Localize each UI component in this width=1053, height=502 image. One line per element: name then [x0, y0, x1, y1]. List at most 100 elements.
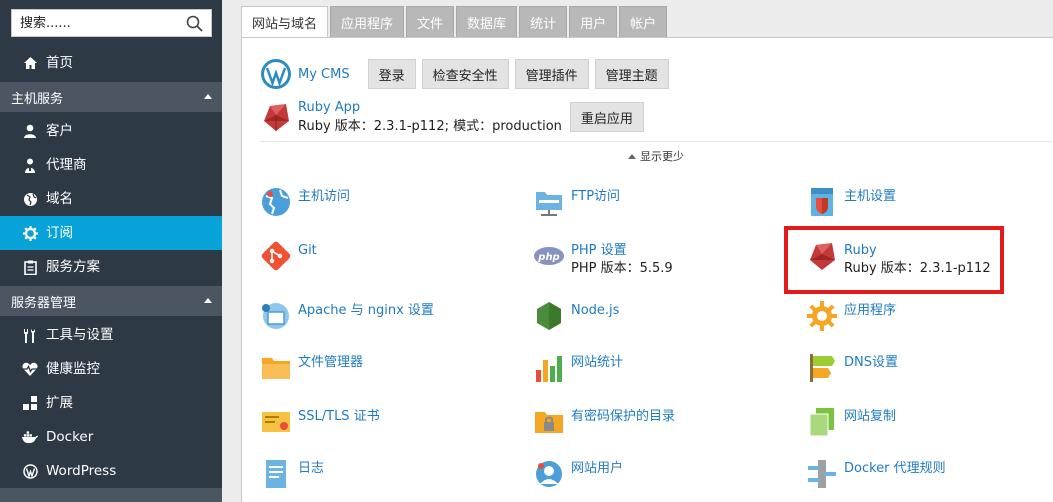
tool-label: FTP访问: [571, 189, 621, 204]
sidebar-item-label: 健康监控: [46, 361, 100, 377]
divider: [260, 141, 1053, 142]
wordpress-logo-icon: [260, 58, 292, 90]
sidebar-item-domains[interactable]: 域名: [0, 182, 222, 216]
sidebar-item-docker[interactable]: Docker: [0, 420, 222, 454]
tool-label: 主机访问: [298, 189, 351, 204]
wordpress-app-row: My CMS 登录 检查安全性 管理插件 管理主题: [260, 58, 669, 90]
section-label: 主机服务: [11, 91, 64, 107]
sidebar-item-home[interactable]: 首页: [0, 46, 222, 80]
user-icon: [22, 123, 38, 139]
file-manager-icon: [260, 352, 292, 384]
tab-statistics[interactable]: 统计: [519, 6, 568, 38]
manage-themes-button[interactable]: 管理主题: [594, 59, 669, 89]
tab-files[interactable]: 文件: [406, 6, 455, 38]
tool-php-settings[interactable]: php PHP 设置 PHP 版本：5.5.9: [533, 240, 673, 279]
tool-web-statistics[interactable]: 网站统计: [533, 352, 623, 384]
tool-docker-proxy-rules[interactable]: Docker 代理规则: [806, 458, 946, 490]
tool-label: 应用程序: [844, 303, 897, 318]
tab-label: 网站与域名: [252, 17, 318, 32]
web-users-icon: [533, 458, 565, 490]
restart-app-button[interactable]: 重启应用: [569, 102, 644, 132]
section-header-more[interactable]: [0, 488, 222, 502]
tab-label: 用户: [580, 17, 607, 32]
section-header-hosting[interactable]: 主机服务: [0, 82, 222, 112]
tab-databases[interactable]: 数据库: [456, 6, 518, 38]
sidebar-item-subscriptions[interactable]: 订阅: [0, 216, 222, 250]
tab-users[interactable]: 用户: [569, 6, 618, 38]
check-security-button[interactable]: 检查安全性: [421, 59, 509, 89]
tool-file-manager[interactable]: 文件管理器: [260, 352, 363, 384]
wordpress-site-link[interactable]: My CMS: [298, 67, 350, 82]
tab-label: 帐户: [630, 17, 657, 32]
section-label: 服务器管理: [11, 295, 77, 311]
dns-icon: [806, 352, 838, 384]
sidebar-item-label: 首页: [46, 55, 73, 71]
manage-plugins-button[interactable]: 管理插件: [514, 59, 589, 89]
ftp-icon: [533, 186, 565, 218]
ruby-app-version: Ruby 版本：2.3.1-p112; 模式：production: [298, 119, 562, 134]
reseller-icon: [22, 157, 38, 173]
sidebar-item-tools-settings[interactable]: 工具与设置: [0, 318, 222, 352]
tool-label: PHP 设置: [571, 243, 627, 258]
php-icon: php: [533, 240, 565, 272]
tool-hosting-access[interactable]: 主机访问: [260, 186, 350, 218]
tool-label: 主机设置: [844, 189, 897, 204]
collapse-icon: [204, 298, 212, 303]
tab-bar: 网站与域名 应用程序 文件 数据库 统计 用户 帐户: [241, 6, 669, 39]
tool-label: Apache 与 nginx 设置: [298, 303, 434, 318]
tool-dns-settings[interactable]: DNS设置: [806, 352, 898, 384]
gear-icon: [22, 225, 38, 241]
show-less-toggle[interactable]: 显示更少: [628, 148, 684, 164]
ruby-app-row: Ruby App Ruby 版本：2.3.1-p112; 模式：producti…: [260, 100, 644, 134]
tool-label: Node.js: [571, 303, 620, 318]
home-icon: [22, 55, 38, 71]
tool-applications[interactable]: 应用程序: [806, 300, 896, 332]
tool-label: SSL/TLS 证书: [298, 409, 380, 424]
main-content: 网站与域名 应用程序 文件 数据库 统计 用户 帐户 My CMS 登录 检查安…: [222, 0, 1053, 502]
search-box[interactable]: [11, 9, 212, 37]
tab-applications[interactable]: 应用程序: [330, 6, 405, 38]
tool-text: PHP 设置 PHP 版本：5.5.9: [571, 240, 673, 279]
sidebar-item-label: 域名: [46, 191, 73, 207]
protected-directory-icon: [533, 406, 565, 438]
sidebar-item-customers[interactable]: 客户: [0, 114, 222, 148]
extensions-icon: [22, 395, 38, 411]
sidebar-item-service-plans[interactable]: 服务方案: [0, 250, 222, 284]
ssl-certificate-icon: [260, 406, 292, 438]
tool-apache-nginx[interactable]: Apache 与 nginx 设置: [260, 300, 434, 332]
tab-account[interactable]: 帐户: [619, 6, 668, 38]
tool-protected-directories[interactable]: 有密码保护的目录: [533, 406, 675, 438]
tool-label: Git: [298, 243, 317, 258]
sidebar-item-resellers[interactable]: 代理商: [0, 148, 222, 182]
highlight-box: [784, 226, 1004, 294]
tool-nodejs[interactable]: Node.js: [533, 300, 619, 332]
sidebar-item-extensions[interactable]: 扩展: [0, 386, 222, 420]
tool-hosting-settings[interactable]: 主机设置: [806, 186, 896, 218]
tools-icon: [22, 327, 38, 343]
tool-logs[interactable]: 日志: [260, 458, 324, 490]
tool-label: Docker 代理规则: [844, 461, 946, 476]
php-version: PHP 版本：5.5.9: [571, 261, 673, 276]
tool-git[interactable]: Git: [260, 240, 317, 272]
git-icon: [260, 240, 292, 272]
search-input[interactable]: [12, 10, 182, 36]
sidebar-item-label: Docker: [46, 429, 94, 445]
ruby-logo-icon: [260, 101, 292, 133]
search-icon[interactable]: [186, 15, 203, 32]
tool-website-copy[interactable]: 网站复制: [806, 406, 896, 438]
tab-websites-domains[interactable]: 网站与域名: [241, 6, 329, 39]
sidebar: 首页 主机服务 客户 代理商 域名 订阅 服务方案 服务器管理: [0, 0, 222, 502]
sidebar-item-health-monitoring[interactable]: 健康监控: [0, 352, 222, 386]
hosting-access-icon: [260, 186, 292, 218]
ruby-app-link[interactable]: Ruby App: [298, 100, 562, 115]
nodejs-icon: [533, 300, 565, 332]
sidebar-item-wordpress[interactable]: WordPress: [0, 454, 222, 488]
tool-web-users[interactable]: 网站用户: [533, 458, 623, 490]
section-header-server-management[interactable]: 服务器管理: [0, 286, 222, 316]
sidebar-item-label: 代理商: [46, 157, 87, 173]
tool-ftp-access[interactable]: FTP访问: [533, 186, 620, 218]
tool-ssl-certificates[interactable]: SSL/TLS 证书: [260, 406, 380, 438]
login-button[interactable]: 登录: [367, 59, 416, 89]
tool-label: 网站复制: [844, 409, 897, 424]
ruby-app-info: Ruby App Ruby 版本：2.3.1-p112; 模式：producti…: [298, 100, 562, 134]
